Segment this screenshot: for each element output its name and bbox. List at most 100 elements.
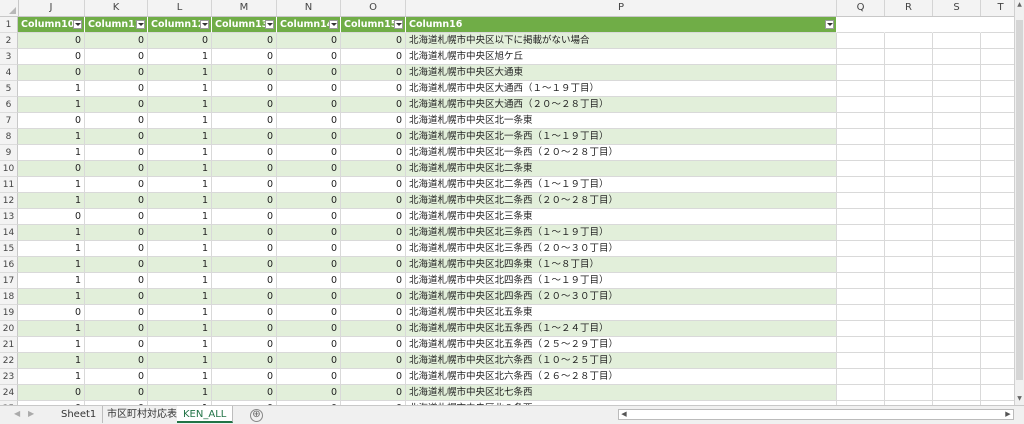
data-cell[interactable]: 0 <box>277 81 341 97</box>
row-number[interactable]: 24 <box>0 385 18 401</box>
empty-cell[interactable] <box>981 145 1015 161</box>
data-cell[interactable]: 0 <box>341 209 406 225</box>
empty-cell[interactable] <box>885 257 933 273</box>
data-cell[interactable]: 0 <box>212 65 277 81</box>
empty-cell[interactable] <box>933 385 981 401</box>
data-cell[interactable]: 1 <box>18 177 85 193</box>
data-cell[interactable]: 北海道札幌市中央区大通西（１〜１９丁目） <box>406 81 837 97</box>
data-cell[interactable]: 0 <box>85 81 148 97</box>
data-cell[interactable]: 0 <box>85 257 148 273</box>
empty-cell[interactable] <box>933 49 981 65</box>
empty-cell[interactable] <box>933 33 981 49</box>
empty-cell[interactable] <box>837 193 885 209</box>
empty-cell[interactable] <box>933 353 981 369</box>
empty-cell[interactable] <box>981 113 1015 129</box>
data-cell[interactable]: 0 <box>18 113 85 129</box>
data-cell[interactable]: 北海道札幌市中央区北二条西（２０〜２８丁目） <box>406 193 837 209</box>
row-number[interactable]: 10 <box>0 161 18 177</box>
data-cell[interactable]: 0 <box>212 97 277 113</box>
data-cell[interactable]: 北海道札幌市中央区以下に掲載がない場合 <box>406 33 837 49</box>
data-cell[interactable]: 1 <box>148 257 212 273</box>
vertical-scrollbar[interactable]: ▲ ▼ <box>1014 0 1024 405</box>
data-cell[interactable]: 0 <box>18 385 85 401</box>
row-number[interactable]: 1 <box>0 17 18 33</box>
empty-cell[interactable] <box>933 273 981 289</box>
data-cell[interactable]: 1 <box>18 193 85 209</box>
empty-cell[interactable] <box>981 241 1015 257</box>
empty-cell[interactable] <box>981 97 1015 113</box>
data-cell[interactable]: 0 <box>277 209 341 225</box>
row-number[interactable]: 8 <box>0 129 18 145</box>
empty-cell[interactable] <box>837 305 885 321</box>
data-cell[interactable]: 0 <box>341 49 406 65</box>
data-cell[interactable]: 1 <box>148 385 212 401</box>
data-cell[interactable]: 0 <box>85 113 148 129</box>
empty-cell[interactable] <box>885 369 933 385</box>
empty-cell[interactable] <box>885 97 933 113</box>
column-title-cell[interactable]: Column16 <box>406 17 837 33</box>
empty-cell[interactable] <box>981 209 1015 225</box>
column-header-t[interactable]: T <box>981 0 1015 16</box>
empty-cell[interactable] <box>933 321 981 337</box>
empty-cell[interactable] <box>885 65 933 81</box>
data-cell[interactable]: 1 <box>148 321 212 337</box>
empty-cell[interactable] <box>885 161 933 177</box>
data-cell[interactable]: 0 <box>277 177 341 193</box>
data-cell[interactable]: 0 <box>341 241 406 257</box>
data-cell[interactable]: 0 <box>212 385 277 401</box>
data-cell[interactable]: 1 <box>148 209 212 225</box>
empty-cell[interactable] <box>885 193 933 209</box>
column-header-s[interactable]: S <box>933 0 981 16</box>
data-cell[interactable]: 0 <box>85 225 148 241</box>
data-cell[interactable]: 0 <box>277 257 341 273</box>
data-cell[interactable]: 0 <box>277 145 341 161</box>
filter-dropdown-icon[interactable] <box>265 20 274 29</box>
data-cell[interactable]: 0 <box>85 369 148 385</box>
column-title-cell[interactable]: Column15 <box>341 17 406 33</box>
data-cell[interactable]: 0 <box>341 289 406 305</box>
data-cell[interactable]: 1 <box>18 369 85 385</box>
data-cell[interactable]: 0 <box>277 321 341 337</box>
data-cell[interactable]: 0 <box>277 65 341 81</box>
empty-cell[interactable] <box>837 257 885 273</box>
data-cell[interactable]: 北海道札幌市中央区北四条東（１〜８丁目） <box>406 257 837 273</box>
spreadsheet-grid[interactable]: JKLMNOPQRST 1 Column10 Column11 Column12 Col… <box>0 0 1015 405</box>
sheet-tab[interactable]: KEN_ALL <box>177 406 234 423</box>
data-cell[interactable]: 1 <box>148 161 212 177</box>
data-cell[interactable]: 0 <box>18 161 85 177</box>
data-cell[interactable]: 1 <box>18 353 85 369</box>
empty-cell[interactable] <box>837 273 885 289</box>
data-cell[interactable]: 0 <box>85 337 148 353</box>
data-cell[interactable]: 0 <box>18 33 85 49</box>
vertical-scroll-thumb[interactable] <box>1016 20 1023 380</box>
data-cell[interactable]: 北海道札幌市中央区北一条東 <box>406 113 837 129</box>
row-number[interactable]: 20 <box>0 321 18 337</box>
column-header-k[interactable]: K <box>85 0 148 16</box>
data-cell[interactable]: 0 <box>212 33 277 49</box>
empty-cell[interactable] <box>981 289 1015 305</box>
empty-cell[interactable] <box>885 49 933 65</box>
data-cell[interactable]: 1 <box>148 193 212 209</box>
data-cell[interactable]: 0 <box>85 193 148 209</box>
empty-cell[interactable] <box>837 321 885 337</box>
data-cell[interactable]: 0 <box>212 209 277 225</box>
data-cell[interactable]: 北海道札幌市中央区北一条西（１〜１９丁目） <box>406 129 837 145</box>
empty-cell[interactable] <box>981 273 1015 289</box>
filter-dropdown-icon[interactable] <box>136 20 145 29</box>
column-header-r[interactable]: R <box>885 0 933 16</box>
column-header-m[interactable]: M <box>212 0 277 16</box>
empty-cell[interactable] <box>981 65 1015 81</box>
row-number[interactable]: 15 <box>0 241 18 257</box>
row-number[interactable]: 18 <box>0 289 18 305</box>
data-cell[interactable]: 0 <box>18 65 85 81</box>
row-number[interactable]: 3 <box>0 49 18 65</box>
empty-cell[interactable] <box>837 81 885 97</box>
data-cell[interactable]: 北海道札幌市中央区北三条東 <box>406 209 837 225</box>
data-cell[interactable]: 0 <box>85 273 148 289</box>
empty-cell[interactable] <box>837 145 885 161</box>
data-cell[interactable]: 0 <box>212 337 277 353</box>
empty-cell[interactable] <box>885 337 933 353</box>
data-cell[interactable]: 1 <box>18 289 85 305</box>
empty-cell[interactable] <box>933 177 981 193</box>
data-cell[interactable]: 0 <box>277 337 341 353</box>
